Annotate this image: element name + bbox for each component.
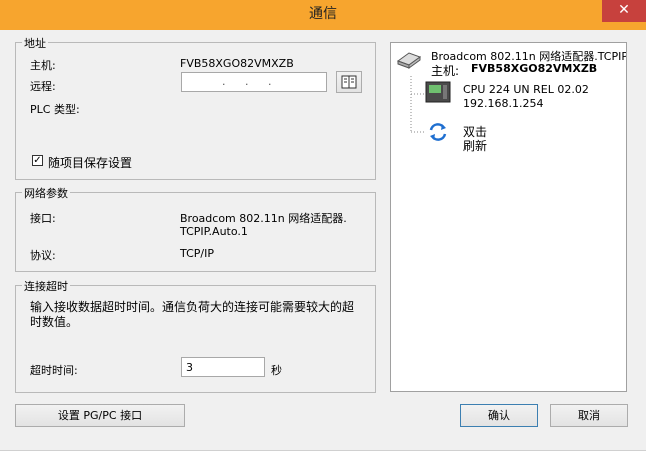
save-settings-label[interactable]: 随项目保存设置	[48, 154, 132, 171]
refresh-line2[interactable]: 刷新	[463, 137, 487, 154]
timeout-description-line2: 时数值。	[30, 315, 79, 329]
save-settings-checkbox[interactable]: ✓	[32, 155, 43, 166]
ok-button[interactable]: 确认	[460, 404, 538, 427]
timeout-input[interactable]: 3	[181, 357, 265, 377]
timeout-description-line1: 输入接收数据超时时间。通信负荷大的连接可能需要较大的超	[30, 300, 355, 314]
plc-cpu-icon	[425, 81, 451, 103]
address-group: 地址 主机: FVB58XGO82VMXZB 远程: . . . PLC 类型:…	[15, 35, 376, 180]
tree-host-value: FVB58XGO82VMXZB	[471, 62, 598, 75]
host-label: 主机:	[30, 59, 56, 72]
close-icon: ✕	[618, 2, 630, 18]
timeout-label: 超时时间:	[30, 364, 78, 377]
interface-value-line1: Broadcom 802.11n 网络适配器.	[180, 212, 347, 225]
cancel-button[interactable]: 取消	[550, 404, 628, 427]
remote-ip-value: . . .	[222, 75, 280, 88]
timeout-group-title: 连接超时	[22, 278, 70, 294]
close-button[interactable]: ✕	[602, 0, 646, 22]
cpu-ip: 192.168.1.254	[463, 97, 544, 110]
network-group-title: 网络参数	[22, 185, 70, 201]
plc-type-label: PLC 类型:	[30, 103, 80, 116]
dialog-client: 地址 主机: FVB58XGO82VMXZB 远程: . . . PLC 类型:…	[8, 30, 638, 450]
host-value: FVB58XGO82VMXZB	[180, 57, 294, 70]
cpu-model[interactable]: CPU 224 UN REL 02.02	[463, 83, 589, 96]
address-book-icon	[341, 75, 357, 89]
protocol-label: 协议:	[30, 249, 56, 262]
network-tree[interactable]: Broadcom 802.11n 网络适配器.TCPIP.A 主机: FVB58…	[390, 42, 627, 392]
timeout-group: 连接超时 输入接收数据超时时间。通信负荷大的连接可能需要较大的超 时数值。 超时…	[15, 278, 376, 393]
address-book-button[interactable]	[336, 71, 362, 93]
interface-value-line2: TCPIP.Auto.1	[180, 225, 248, 238]
network-adapter-icon	[396, 52, 422, 69]
refresh-icon[interactable]	[427, 121, 449, 143]
remote-label: 远程:	[30, 80, 56, 93]
timeout-input-value: 3	[186, 361, 193, 374]
setup-pgpc-button[interactable]: 设置 PG/PC 接口	[15, 404, 185, 427]
title-bar: 通信 ✕	[0, 0, 646, 30]
interface-label: 接口:	[30, 212, 56, 225]
window-title: 通信	[309, 6, 337, 22]
address-group-title: 地址	[22, 35, 48, 51]
remote-ip-field[interactable]: . . .	[181, 72, 327, 92]
network-group: 网络参数 接口: Broadcom 802.11n 网络适配器. TCPIP.A…	[15, 185, 376, 272]
timeout-unit: 秒	[271, 364, 282, 377]
protocol-value: TCP/IP	[180, 247, 214, 260]
